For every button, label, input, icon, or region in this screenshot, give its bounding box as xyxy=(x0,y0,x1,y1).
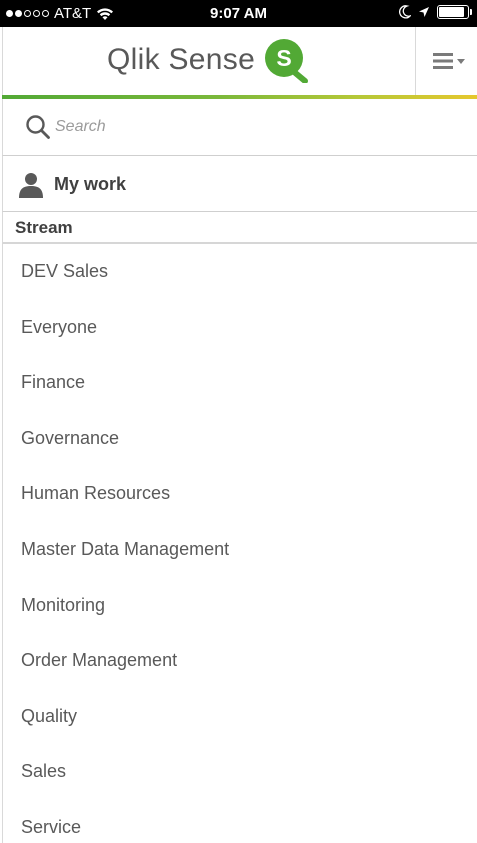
stream-item-monitoring[interactable]: Monitoring xyxy=(3,578,477,634)
stream-item-label: Governance xyxy=(21,427,120,448)
stream-item-quality[interactable]: Quality xyxy=(3,689,477,745)
qlik-sense-badge-icon: S xyxy=(265,39,309,83)
battery-icon xyxy=(437,5,472,19)
status-right xyxy=(399,5,472,19)
search-input[interactable] xyxy=(55,113,435,141)
logo-badge-letter: S xyxy=(276,45,291,71)
hamburger-menu-button[interactable] xyxy=(415,27,477,95)
stream-item-label: Finance xyxy=(21,372,86,393)
stream-item-service[interactable]: Service xyxy=(3,800,477,843)
user-icon xyxy=(19,173,43,198)
stream-item-finance[interactable]: Finance xyxy=(3,355,477,411)
hamburger-menu-icon xyxy=(433,53,465,69)
stream-item-label: Sales xyxy=(21,761,67,782)
search-bar xyxy=(2,99,477,156)
chevron-down-icon xyxy=(457,59,465,64)
my-work-label: My work xyxy=(54,174,127,194)
logo-text: Qlik Sense xyxy=(107,43,256,76)
stream-item-label: Service xyxy=(21,816,82,837)
stream-section-title: Stream xyxy=(15,218,73,237)
stream-section-header: Stream xyxy=(2,212,477,244)
location-arrow-icon xyxy=(419,7,429,17)
my-work-item[interactable]: My work xyxy=(2,156,477,212)
moon-icon xyxy=(399,5,411,19)
stream-item-everyone[interactable]: Everyone xyxy=(3,300,477,356)
search-icon xyxy=(26,115,50,139)
app-header: Qlik Sense S xyxy=(2,27,477,95)
stream-item-label: Master Data Management xyxy=(21,538,230,559)
stream-item-label: Monitoring xyxy=(21,594,106,615)
stream-item-governance[interactable]: Governance xyxy=(3,411,477,467)
stream-item-master-data-management[interactable]: Master Data Management xyxy=(3,522,477,578)
stream-item-label: Everyone xyxy=(21,316,98,337)
stream-item-label: DEV Sales xyxy=(21,261,109,281)
stream-item-dev-sales[interactable]: DEV Sales xyxy=(3,244,477,300)
stream-item-label: Human Resources xyxy=(21,483,171,504)
stream-item-label: Order Management xyxy=(21,650,178,671)
stream-item-sales[interactable]: Sales xyxy=(3,744,477,800)
stream-list: DEV Sales Everyone Finance Governance Hu… xyxy=(2,244,477,843)
stream-item-label: Quality xyxy=(21,705,78,726)
qlik-sense-logo: Qlik Sense S xyxy=(107,37,309,83)
stream-item-human-resources[interactable]: Human Resources xyxy=(3,466,477,522)
status-bar: AT&T 9:07 AM xyxy=(0,0,477,27)
stream-item-order-management[interactable]: Order Management xyxy=(3,633,477,689)
